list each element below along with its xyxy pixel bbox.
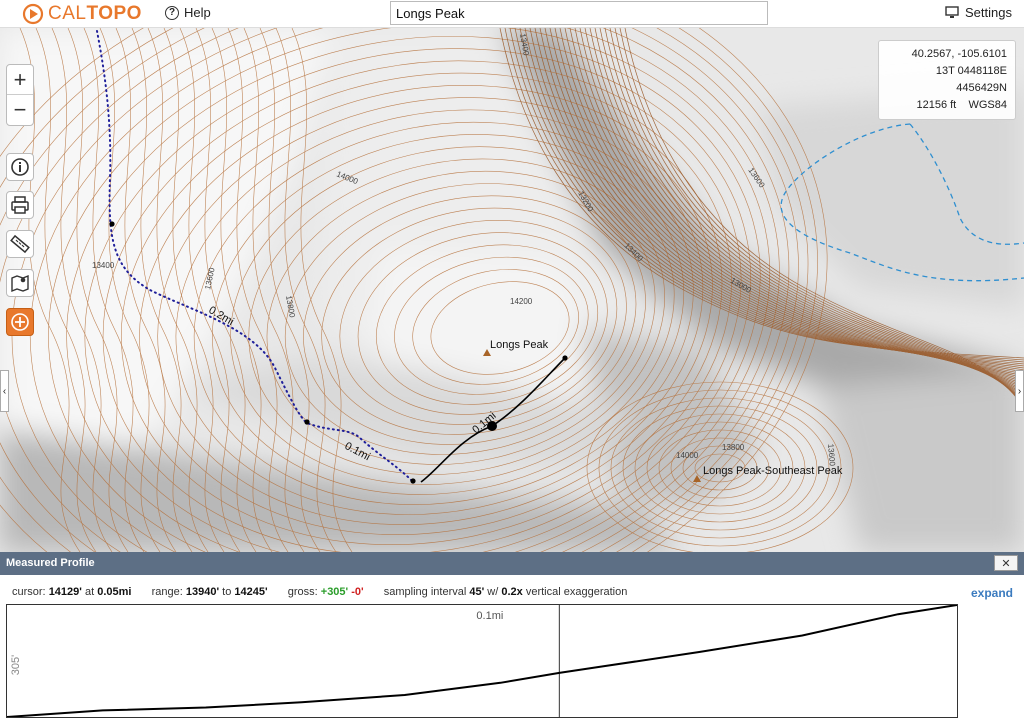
close-profile-button[interactable]: ✕: [994, 555, 1018, 571]
peak-label: Longs Peak: [490, 339, 549, 351]
range-label: range:: [151, 586, 183, 598]
exaggeration-value: 0.2x: [501, 586, 523, 598]
route-vertex[interactable]: [410, 478, 416, 484]
gross-loss: -0': [351, 586, 364, 598]
help-button[interactable]: ? Help: [165, 5, 211, 20]
logo-text: CALTOPO: [48, 3, 142, 24]
topo-map[interactable]: 14000 13400 13600 13800 14200 13200 1340…: [0, 28, 1024, 552]
caltopo-logo[interactable]: CALTOPO: [22, 3, 142, 25]
map-view[interactable]: 14000 13400 13600 13800 14200 13200 1340…: [0, 28, 1024, 552]
contour-label: 13800: [722, 443, 745, 452]
settings-button[interactable]: Settings: [945, 5, 1012, 20]
close-icon: ✕: [1001, 557, 1011, 570]
print-button[interactable]: [6, 191, 34, 219]
route-vertex[interactable]: [109, 221, 115, 227]
y-axis-label: 305': [10, 655, 22, 675]
at-value: 0.05mi: [97, 586, 132, 598]
ruler-icon: [10, 234, 30, 254]
peak-label: Longs Peak-Southeast Peak: [703, 465, 843, 477]
printer-icon: [11, 196, 29, 214]
contour-label: 14200: [510, 297, 533, 306]
range-max: 14245': [234, 586, 268, 598]
map-pin-icon: [11, 274, 29, 293]
caltopo-app: CALTOPO ? Help Settings: [0, 0, 1024, 724]
expand-link[interactable]: expand: [971, 586, 1013, 600]
cursor-value: 14129': [48, 586, 82, 598]
add-object-button[interactable]: [6, 308, 34, 336]
contour-label: 14000: [676, 451, 699, 460]
gross-gain: +305': [320, 586, 349, 598]
search-input[interactable]: [390, 1, 768, 25]
utm: 13T 0448118E 4456429N: [935, 65, 1007, 94]
sampling-label: sampling interval: [383, 586, 467, 598]
range-min: 13940': [185, 586, 220, 598]
to-label: to: [222, 586, 232, 598]
right-panel-toggle[interactable]: ›: [1015, 370, 1024, 412]
caltopo-logo-icon: [22, 3, 44, 25]
exaggeration-label: vertical exaggeration: [525, 586, 628, 598]
gross-label: gross:: [287, 586, 318, 598]
elevation-profile-chart[interactable]: 305' 0.1mi: [6, 604, 958, 718]
profile-plot[interactable]: 305' 0.1mi: [6, 604, 958, 718]
help-label: Help: [184, 5, 211, 20]
info-button[interactable]: [6, 153, 34, 181]
chevron-left-icon: ‹: [2, 385, 7, 397]
map-layers-button[interactable]: [6, 269, 34, 297]
latlon: 40.2567, -105.6101: [911, 48, 1007, 60]
top-bar: CALTOPO ? Help Settings: [0, 0, 1024, 28]
profile-panel-header: Measured Profile ✕: [0, 552, 1024, 575]
settings-label: Settings: [965, 5, 1012, 20]
w-label: w/: [487, 586, 499, 598]
measure-button[interactable]: [6, 230, 34, 258]
info-icon: [11, 158, 29, 176]
measure-endpoint[interactable]: [562, 355, 568, 361]
chevron-right-icon: ›: [1017, 385, 1022, 397]
elevation-datum: 12156 ft WGS84: [916, 99, 1007, 111]
question-icon: ?: [165, 5, 179, 20]
cursor-label: cursor:: [12, 586, 46, 598]
contour-label: 13400: [92, 261, 115, 270]
profile-stats: cursor: 14129' at 0.05mi range: 13940' t…: [12, 586, 627, 598]
cursor-distance-label: 0.1mi: [476, 610, 503, 622]
at-label: at: [84, 586, 95, 598]
route-vertex[interactable]: [304, 419, 310, 425]
zoom-out-button[interactable]: −: [7, 95, 33, 125]
monitor-icon: [945, 6, 959, 18]
profile-title: Measured Profile: [6, 557, 95, 569]
add-circle-icon: [11, 313, 29, 331]
zoom-control: + −: [6, 64, 34, 126]
sampling-value: 45': [469, 586, 485, 598]
coordinate-readout: 40.2567, -105.6101 13T 0448118E 4456429N…: [878, 40, 1016, 120]
zoom-in-button[interactable]: +: [7, 65, 33, 95]
left-panel-toggle[interactable]: ‹: [0, 370, 9, 412]
